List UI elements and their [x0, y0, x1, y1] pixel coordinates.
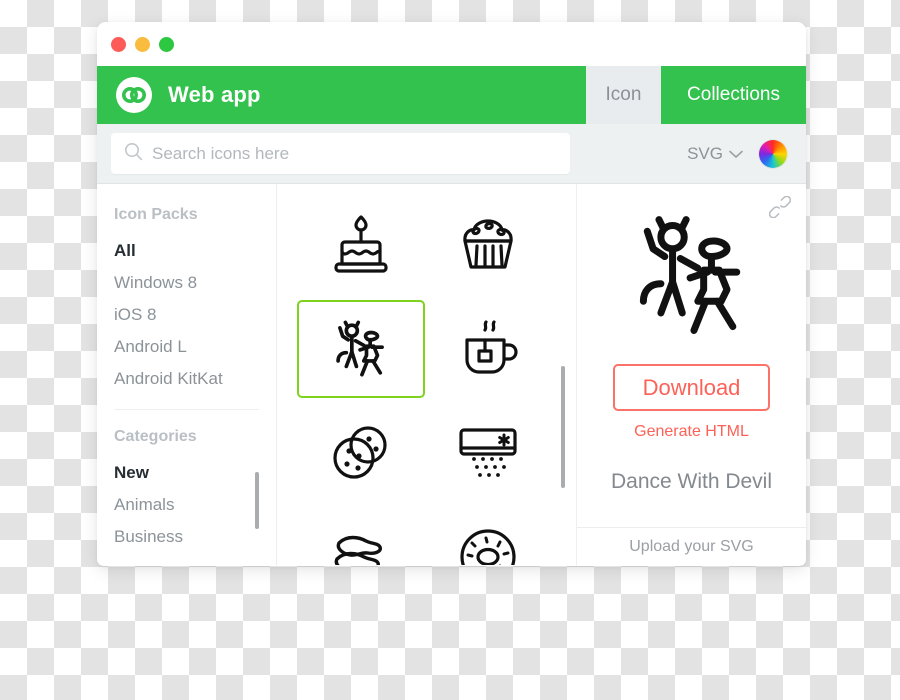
app-window: Web app Icon Collections SVG	[97, 22, 806, 566]
search-toolbar: SVG	[97, 124, 806, 184]
infinity-logo-icon	[116, 77, 152, 113]
format-select-label: SVG	[687, 143, 723, 163]
icon-preview	[622, 206, 762, 346]
donut-icon	[452, 521, 524, 565]
sidebar-item-animals[interactable]: Animals	[114, 489, 276, 521]
air-conditioner-icon	[452, 417, 524, 489]
app-header: Web app Icon Collections	[97, 66, 806, 124]
sidebar-item-new[interactable]: New	[114, 457, 276, 489]
search-icon	[124, 142, 143, 166]
icon-grid-pane	[277, 184, 577, 565]
icon-grid-scrollbar[interactable]	[561, 366, 565, 488]
app-title: Web app	[168, 82, 261, 107]
sidebar-item-windows-8[interactable]: Windows 8	[114, 267, 276, 299]
icon-cell-donut[interactable]	[425, 508, 553, 565]
sidebar-item-android-l[interactable]: Android L	[114, 331, 276, 363]
tab-collections[interactable]: Collections	[661, 66, 806, 124]
dance-with-devil-icon	[328, 316, 394, 382]
tea-cup-icon	[452, 313, 524, 385]
zoom-button[interactable]	[159, 36, 174, 52]
icon-cell-bacon[interactable]	[297, 508, 425, 565]
sidebar-scrollbar[interactable]	[255, 472, 259, 529]
app-body: Icon Packs All Windows 8 iOS 8 Android L…	[97, 184, 806, 565]
color-wheel-icon[interactable]	[759, 139, 787, 168]
bacon-icon	[325, 521, 397, 565]
search-input[interactable]	[152, 143, 570, 164]
search-box[interactable]	[111, 133, 570, 174]
generate-html-link[interactable]: Generate HTML	[634, 423, 749, 441]
icon-cell-air-conditioner[interactable]	[425, 404, 553, 502]
icon-cell-birthday-cake[interactable]	[297, 196, 425, 294]
sidebar-item-business[interactable]: Business	[114, 521, 276, 553]
format-select[interactable]: SVG	[687, 144, 743, 164]
minimize-button[interactable]	[135, 36, 150, 52]
close-button[interactable]	[111, 36, 126, 52]
toolbar-right: SVG	[570, 139, 792, 168]
sidebar-divider	[114, 409, 259, 410]
icon-cell-tea-cup[interactable]	[425, 300, 553, 398]
sidebar-group-title-categories: Categories	[114, 428, 197, 445]
chevron-down-icon	[729, 144, 743, 164]
icon-grid	[277, 184, 576, 565]
birthday-cake-icon	[325, 209, 397, 281]
icon-cell-dance-with-devil[interactable]	[297, 300, 425, 398]
sidebar: Icon Packs All Windows 8 iOS 8 Android L…	[97, 184, 277, 565]
chain-link-icon[interactable]	[768, 195, 792, 223]
cookies-icon	[325, 417, 397, 489]
icon-cell-muffin[interactable]	[425, 196, 553, 294]
sidebar-item-android-kitkat[interactable]: Android KitKat	[114, 363, 276, 395]
window-titlebar	[97, 22, 806, 66]
dance-with-devil-icon	[622, 206, 762, 346]
detail-panel: Download Generate HTML Dance With Devil …	[577, 184, 806, 565]
download-button[interactable]: Download	[613, 364, 770, 411]
tab-icon[interactable]: Icon	[586, 66, 661, 124]
sidebar-item-ios-8[interactable]: iOS 8	[114, 299, 276, 331]
sidebar-group-title-icon-packs: Icon Packs	[114, 206, 198, 223]
sidebar-item-all[interactable]: All	[114, 235, 276, 267]
icon-name-label: Dance With Devil	[610, 470, 773, 493]
muffin-icon	[452, 209, 524, 281]
brand-area: Web app	[97, 66, 586, 124]
upload-svg-button[interactable]: Upload your SVG	[577, 527, 806, 565]
icon-cell-cookies[interactable]	[297, 404, 425, 502]
